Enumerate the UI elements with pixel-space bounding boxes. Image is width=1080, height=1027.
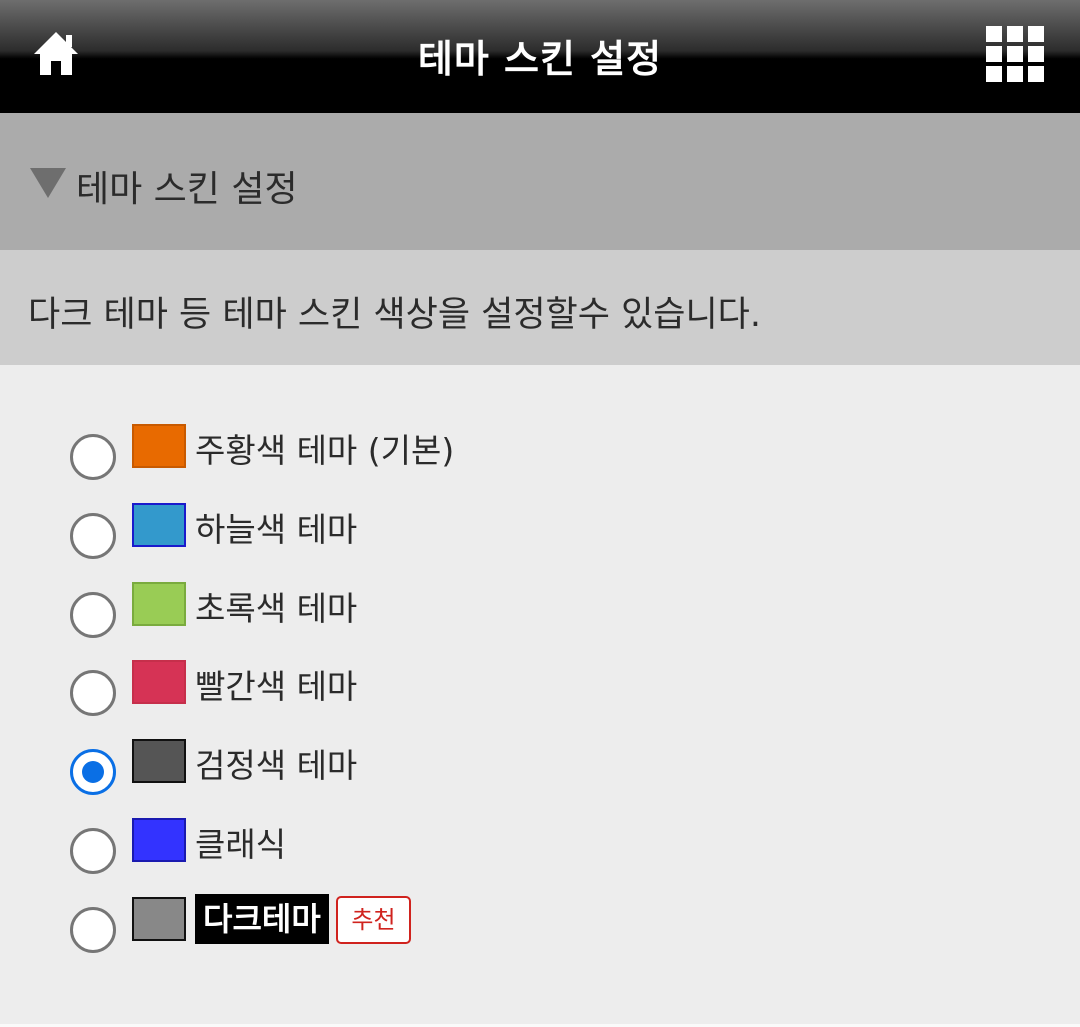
radio-skyblue[interactable] [70, 513, 116, 559]
option-label: 검정색 테마 [195, 746, 358, 785]
description-text: 다크 테마 등 테마 스킨 색상을 설정할수 있습니다. [28, 295, 762, 335]
grid-menu-icon [986, 26, 1044, 82]
radio-black[interactable] [70, 749, 116, 795]
swatch-green [132, 582, 186, 626]
swatch-orange [132, 424, 186, 468]
section-title: 테마 스킨 설정 [76, 169, 298, 210]
swatch-skyblue [132, 503, 186, 547]
theme-option-skyblue[interactable]: 하늘색 테마 [60, 503, 580, 579]
swatch-red [132, 660, 186, 704]
triangle-down-icon [30, 168, 66, 198]
swatch-dark [132, 897, 186, 941]
theme-option-black[interactable]: 검정색 테마 [60, 739, 580, 815]
option-label: 빨간색 테마 [195, 667, 358, 706]
swatch-classic [132, 818, 186, 862]
radio-green[interactable] [70, 592, 116, 638]
recommended-badge: 추천 [336, 896, 411, 944]
page-title: 테마 스킨 설정 [417, 37, 663, 81]
option-label: 하늘색 테마 [195, 510, 358, 549]
radio-classic[interactable] [70, 828, 116, 874]
radio-red[interactable] [70, 670, 116, 716]
option-label: 클래식 [195, 825, 287, 864]
radio-dark[interactable] [70, 907, 116, 953]
theme-option-orange[interactable]: 주황색 테마 (기본) [60, 424, 580, 500]
option-label: 주황색 테마 (기본) [195, 431, 455, 470]
top-bar: 테마 스킨 설정 [0, 0, 1080, 113]
swatch-black [132, 739, 186, 783]
option-label: 초록색 테마 [195, 589, 358, 628]
theme-option-classic[interactable]: 클래식 [60, 818, 580, 894]
radio-orange[interactable] [70, 434, 116, 480]
theme-option-dark[interactable]: 다크테마 추천 [60, 894, 580, 973]
theme-option-green[interactable]: 초록색 테마 [60, 582, 580, 658]
option-label: 다크테마 [195, 894, 329, 944]
theme-option-red[interactable]: 빨간색 테마 [60, 660, 580, 736]
menu-button[interactable] [986, 26, 1044, 84]
